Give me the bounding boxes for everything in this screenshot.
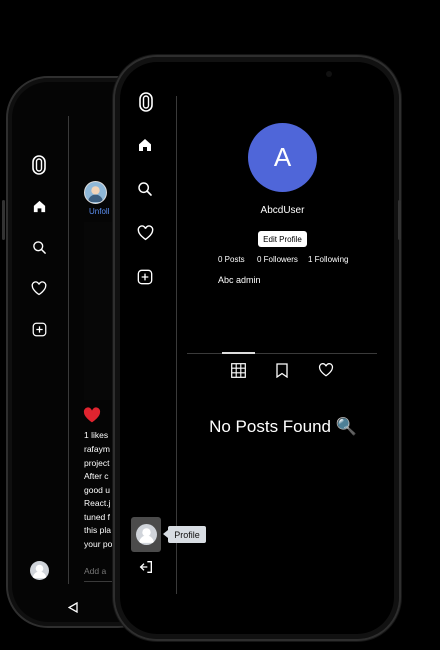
posts-count: 0 Posts [218, 255, 245, 264]
front-sidebar-divider [176, 96, 177, 594]
active-tab-indicator [222, 352, 255, 354]
edit-profile-button[interactable]: Edit Profile [258, 231, 307, 247]
home-icon[interactable] [30, 197, 48, 215]
profile-tooltip: Profile [163, 526, 206, 543]
followers-count[interactable]: 0 Followers [257, 255, 298, 264]
like-heart-icon[interactable] [83, 407, 101, 423]
unfollow-link[interactable]: Unfoll [89, 207, 109, 216]
tabs-divider [187, 353, 377, 354]
nav-back-icon[interactable] [67, 601, 79, 613]
add-post-icon[interactable] [136, 268, 154, 286]
camera-dot [326, 71, 332, 77]
back-sidebar-divider [68, 116, 69, 584]
search-icon[interactable] [30, 238, 48, 256]
add-comment-input[interactable]: Add a [84, 566, 106, 576]
profile-username: AbcdUser [260, 205, 305, 216]
caption-line: your po [84, 538, 113, 549]
front-phone-side-button [398, 200, 401, 240]
post-author-avatar[interactable] [84, 181, 107, 204]
caption-line: rafaym [84, 444, 110, 454]
caption-line: React.j [84, 498, 111, 508]
logo-icon[interactable] [137, 91, 155, 113]
comment-divider [84, 581, 114, 582]
likes-count: 1 likes [84, 430, 109, 440]
avatar[interactable] [30, 561, 49, 580]
search-icon[interactable] [136, 180, 154, 198]
caption-line: good u [84, 484, 110, 495]
avatar [135, 524, 157, 545]
grid-icon[interactable] [230, 362, 246, 378]
add-post-icon[interactable] [30, 320, 48, 338]
profile-avatar: A [248, 123, 317, 192]
caption-line: this pla [84, 525, 111, 535]
post-image [84, 222, 114, 400]
profile-bio: Abc admin [218, 275, 261, 285]
logo-icon[interactable] [30, 154, 48, 176]
liked-tab-heart-icon[interactable] [317, 362, 334, 377]
caption-line: tuned f [84, 511, 110, 522]
following-count[interactable]: 1 Following [308, 255, 348, 264]
caption-line: After c [84, 471, 109, 481]
bookmark-icon[interactable] [275, 362, 289, 378]
heart-icon[interactable] [30, 279, 48, 297]
logout-icon[interactable] [137, 558, 155, 576]
no-posts-message: No Posts Found 🔍 [209, 417, 357, 436]
heart-icon[interactable] [136, 224, 154, 242]
profile-nav-button[interactable] [131, 517, 161, 552]
caption-line: project [84, 457, 110, 468]
post-caption: rafaym project After c good u React.j tu… [84, 443, 114, 551]
back-phone-side-button [2, 200, 5, 240]
home-icon[interactable] [136, 136, 154, 154]
